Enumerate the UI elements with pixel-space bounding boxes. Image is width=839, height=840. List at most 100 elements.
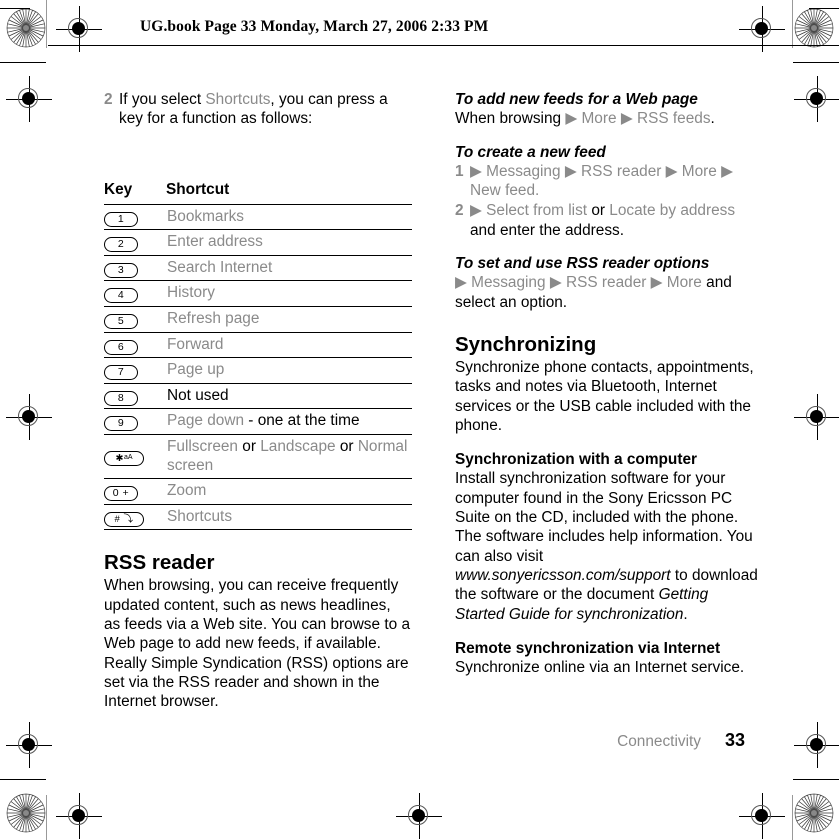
key-icon-6: 6 <box>104 339 138 355</box>
menu-term-locate-by-address: Locate by address <box>609 202 736 220</box>
menu-term-rss-feeds: RSS feeds <box>636 110 711 128</box>
heading-create-new-feed: To create a new feed <box>455 143 606 161</box>
shortcut-cell: Enter address <box>166 229 412 256</box>
menu-term-new-feed: New feed. <box>470 182 540 200</box>
trim-line-top-left <box>0 8 30 10</box>
table-row: # ⤵ Shortcuts <box>104 504 412 531</box>
trim-line-left-lower <box>0 779 46 781</box>
registration-mark-bottom-right <box>739 793 785 839</box>
registration-mark-middle-left <box>6 394 52 440</box>
registration-mark-upper-right <box>794 76 839 122</box>
heading-synchronizing: Synchronizing <box>455 332 597 356</box>
starburst-target-bottom-left <box>6 793 46 833</box>
trim-line-right-upper <box>793 62 839 64</box>
create-feed-step-1: 1 ▶ Messaging ▶ RSS reader ▶ More ▶ New … <box>455 162 761 201</box>
text-install-software: Install synchronization software for you… <box>455 470 753 565</box>
page-footer: Connectivity 33 <box>617 730 745 751</box>
key-cell: 7 <box>104 357 166 384</box>
key-icon-1: 1 <box>104 211 138 227</box>
shortcut-cell: Zoom <box>166 478 412 505</box>
table-row: 9 Page down - one at the time <box>104 408 412 435</box>
table-row: 8 Not used <box>104 383 412 410</box>
paragraph-sync-with-computer: Install synchronization software for you… <box>455 469 761 623</box>
key-cell: 9 <box>104 408 166 435</box>
registration-mark-middle-right <box>794 394 839 440</box>
paragraph-rss-reader: When browsing, you can receive frequentl… <box>104 577 411 711</box>
shortcut-cell: Fullscreen or Landscape or Normal screen <box>166 434 412 480</box>
shortcut-text-black: Not used <box>167 386 229 404</box>
trim-line-right-lower <box>793 779 839 781</box>
arrow-icon: ▶ <box>620 110 633 128</box>
registration-mark-lower-right <box>794 722 839 768</box>
starburst-target-bottom-right <box>794 793 834 833</box>
rule-under-print-header <box>48 45 839 46</box>
menu-term-messaging: Messaging <box>486 162 561 180</box>
shortcut-cell: Forward <box>166 332 412 359</box>
key-glyph-star: ✱ <box>115 453 124 465</box>
footer-page-number: 33 <box>724 730 745 750</box>
key-cell: 8 <box>104 383 166 410</box>
intro-step-2: 2 If you select Shortcuts, you can press… <box>104 90 410 129</box>
table-row: 4 History <box>104 280 412 307</box>
arrow-icon: ▶ <box>470 162 482 180</box>
step-text: If you select Shortcuts, you can press a… <box>119 90 410 129</box>
step-text: ▶ Messaging ▶ RSS reader ▶ More ▶ New fe… <box>470 162 761 201</box>
column-header-key: Key <box>104 180 166 205</box>
trim-line-top-right-edge <box>809 8 839 10</box>
arrow-icon: ▶ <box>650 274 663 292</box>
step-text: ▶ Select from list or Locate by address … <box>470 201 761 240</box>
heading-sync-with-computer: Synchronization with a computer <box>455 451 697 469</box>
heading-add-new-feeds: To add new feeds for a Web page <box>455 91 698 108</box>
step-number: 1 <box>455 162 464 180</box>
arrow-icon: ▶ <box>470 202 482 220</box>
table-row: 6 Forward <box>104 332 412 359</box>
key-icon-zero: 0 + <box>104 486 138 502</box>
table-header-row: Key Shortcut <box>104 180 412 205</box>
table-row: 3 Search Internet <box>104 255 412 282</box>
shortcut-text-gray: Page down <box>167 412 245 430</box>
starburst-target-top-left <box>6 8 46 48</box>
heading-remote-sync: Remote synchronization via Internet <box>455 639 721 657</box>
right-column: To add new feeds for a Web page When bro… <box>455 90 761 677</box>
shortcut-cell: Page up <box>166 357 412 384</box>
registration-mark-bottom-left <box>56 793 102 839</box>
arrow-icon: ▶ <box>455 274 467 292</box>
shortcut-text-black: - one at the time <box>244 412 360 430</box>
key-icon-3: 3 <box>104 262 138 278</box>
key-cell: 3 <box>104 255 166 282</box>
key-icon-8: 8 <box>104 390 138 406</box>
table-row: 0 + Zoom <box>104 478 412 505</box>
arrow-icon: ▶ <box>549 274 562 292</box>
key-cell: 0 + <box>104 478 166 505</box>
menu-term-select-from-list: Select from list <box>486 202 588 220</box>
key-glyph-star-case: aA <box>123 454 133 462</box>
key-cell: 6 <box>104 332 166 359</box>
column-header-shortcut: Shortcut <box>166 180 412 205</box>
shortcut-cell: Bookmarks <box>166 204 412 231</box>
trim-separator-bottom-right <box>792 795 793 840</box>
key-icon-hash: # ⤵ <box>104 511 144 527</box>
menu-term-shortcuts: Shortcuts <box>205 91 271 108</box>
key-icon-9: 9 <box>104 416 138 432</box>
key-cell: 2 <box>104 229 166 256</box>
text-enter-address: and enter the address. <box>470 221 625 239</box>
support-url: www.sonyericsson.com/support <box>455 566 671 584</box>
text-when-browsing: When browsing <box>455 110 566 128</box>
step-text-before: If you select <box>119 91 206 108</box>
shortcut-cell: History <box>166 280 412 307</box>
step-number: 2 <box>455 202 464 220</box>
key-cell: 4 <box>104 280 166 307</box>
menu-term-messaging: Messaging <box>471 274 546 292</box>
menu-term-more: More <box>666 274 702 292</box>
key-cell: 5 <box>104 306 166 333</box>
text-or: or <box>587 202 610 220</box>
arrow-icon: ▶ <box>564 162 577 180</box>
registration-mark-bottom-center <box>396 793 442 839</box>
key-shortcut-table: Key Shortcut 1 Bookmarks 2 Enter address… <box>104 180 412 531</box>
key-icon-5: 5 <box>104 313 138 329</box>
menu-term-more: More <box>681 162 717 180</box>
heading-rss-reader-options: To set and use RSS reader options <box>455 255 710 273</box>
table-row: ✱aA Fullscreen or Landscape or Normal sc… <box>104 434 412 480</box>
shortcut-cell: Shortcuts <box>166 504 412 531</box>
key-cell: 1 <box>104 204 166 231</box>
